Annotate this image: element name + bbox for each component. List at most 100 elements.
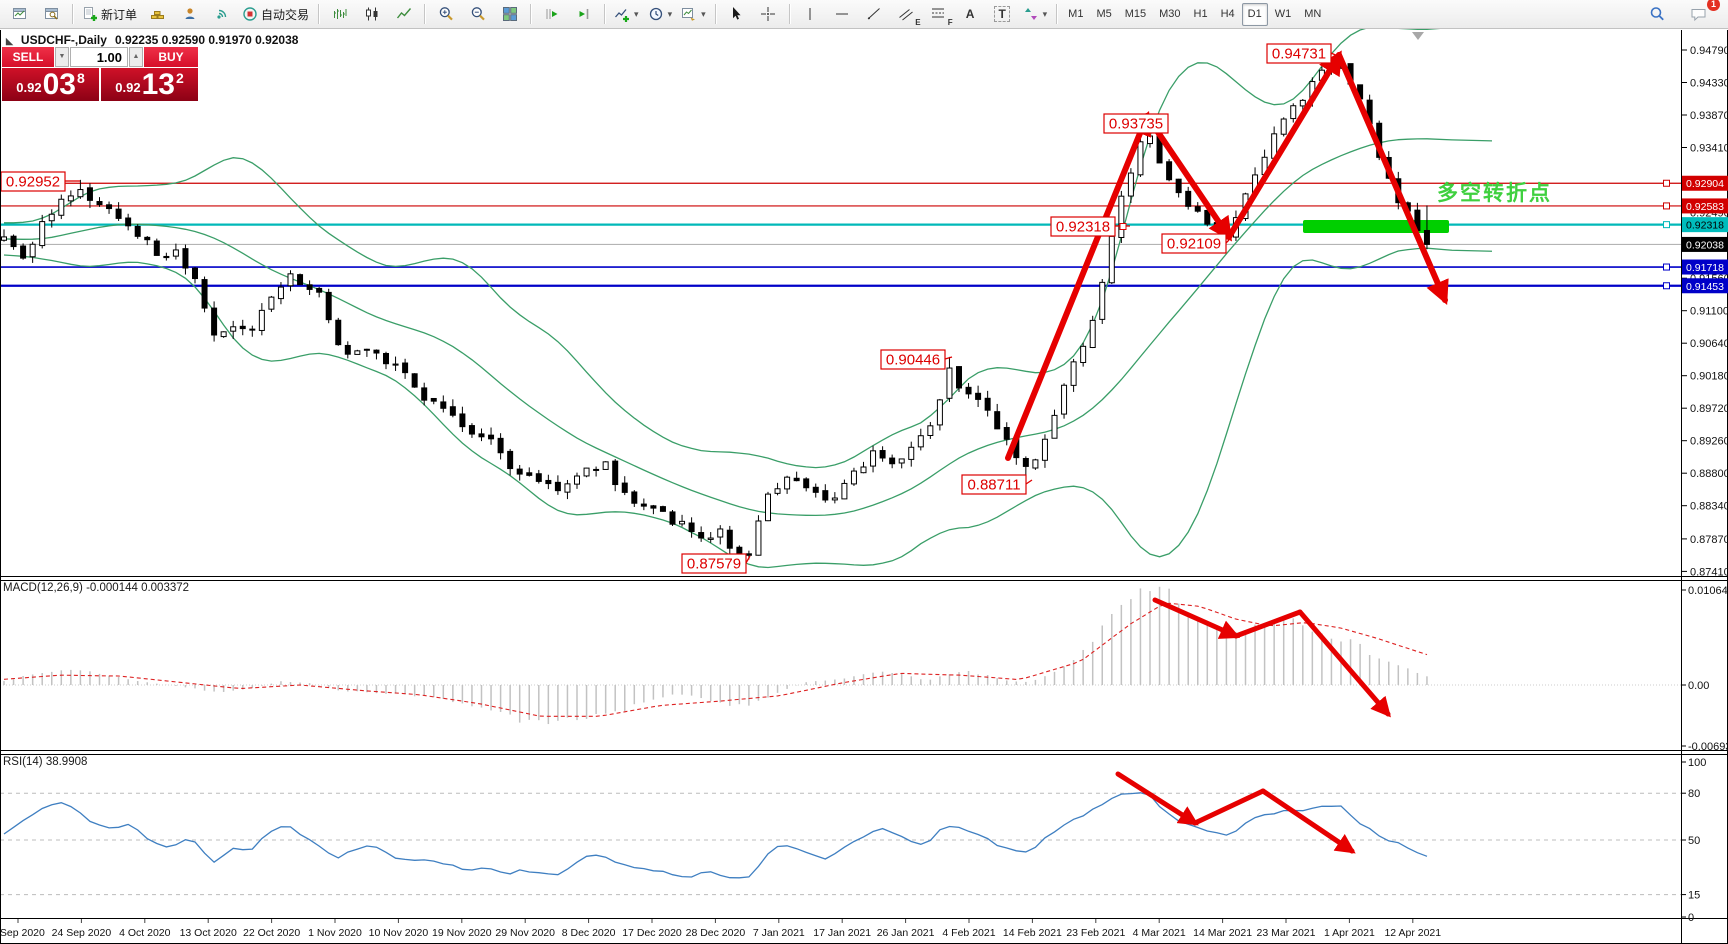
svg-text:0.87410: 0.87410 <box>1690 566 1728 578</box>
ohlc-values: 0.92235 0.92590 0.91970 0.92038 <box>115 33 299 47</box>
line-chart-type-button[interactable] <box>388 2 419 27</box>
main-trend-arrows[interactable] <box>1008 55 1445 458</box>
volume-input[interactable] <box>70 47 128 67</box>
periods-button[interactable] <box>644 2 677 27</box>
community-button[interactable] <box>174 2 205 27</box>
chart-canvas[interactable]: 0.929520.937350.947310.923180.921090.904… <box>0 0 1728 944</box>
svg-text:0.92109: 0.92109 <box>1167 236 1221 253</box>
sell-price-panel[interactable]: 0.92038 <box>2 68 99 101</box>
channel-icon <box>898 6 914 22</box>
svg-text:17 Jan 2021: 17 Jan 2021 <box>813 927 871 939</box>
tf-m1-button[interactable]: M1 <box>1062 3 1089 26</box>
svg-text:0.93870: 0.93870 <box>1690 110 1728 122</box>
templates-button[interactable] <box>677 2 710 27</box>
svg-text:0.87579: 0.87579 <box>687 556 741 573</box>
hline-handle[interactable] <box>1664 283 1670 289</box>
one-click-trading-widget: SELL BUY 0.92038 0.92132 <box>2 47 198 101</box>
zoom-in-button[interactable] <box>430 2 461 27</box>
rsi-trend-arrows[interactable] <box>1118 774 1352 851</box>
shapes-icon <box>1023 6 1039 22</box>
svg-text:0.90446: 0.90446 <box>886 352 940 369</box>
volume-decrease-button[interactable] <box>55 47 69 67</box>
text-label-tool-label: T <box>994 6 1009 22</box>
candlestick-icon <box>364 6 380 22</box>
svg-text:0.00: 0.00 <box>1688 680 1709 692</box>
market-button[interactable] <box>142 2 173 27</box>
svg-text:7 Jan 2021: 7 Jan 2021 <box>753 927 805 939</box>
candlestick-type-button[interactable] <box>356 2 387 27</box>
note-text[interactable]: 多空转折点 <box>1437 181 1552 205</box>
svg-text:0.94790: 0.94790 <box>1690 45 1728 57</box>
trendline-button[interactable] <box>859 2 890 27</box>
tf-w1-button[interactable]: W1 <box>1269 3 1298 26</box>
tf-d1-button[interactable]: D1 <box>1242 3 1268 26</box>
svg-text:0.88800: 0.88800 <box>1690 468 1728 480</box>
equidistant-channel-button[interactable]: E <box>891 2 922 27</box>
buy-price-panel[interactable]: 0.92132 <box>101 68 198 101</box>
notifications-button[interactable]: 1 <box>1683 2 1714 27</box>
macd-trend-arrows[interactable] <box>1155 600 1388 714</box>
sell-button[interactable]: SELL <box>2 47 54 67</box>
zoom-out-button[interactable] <box>462 2 493 27</box>
svg-text:0.87870: 0.87870 <box>1690 534 1728 546</box>
fibonacci-button[interactable]: F <box>923 2 954 27</box>
crosshair-button[interactable] <box>753 2 784 27</box>
new-order-button[interactable]: 新订单 <box>78 2 141 27</box>
svg-text:28 Dec 2020: 28 Dec 2020 <box>686 927 746 939</box>
bar-chart-type-button[interactable] <box>324 2 355 27</box>
svg-text:4 Mar 2021: 4 Mar 2021 <box>1133 927 1186 939</box>
svg-text:0.92952: 0.92952 <box>6 174 60 191</box>
zoom-out-icon <box>470 6 486 22</box>
hline-handle[interactable] <box>1664 180 1670 186</box>
svg-text:0.92583: 0.92583 <box>1686 201 1724 213</box>
auto-scroll-button[interactable] <box>536 2 567 27</box>
shapes-button[interactable] <box>1019 2 1052 27</box>
text-label-button[interactable]: T <box>987 2 1018 27</box>
svg-text:17 Dec 2020: 17 Dec 2020 <box>622 927 682 939</box>
svg-text:80: 80 <box>1688 788 1700 800</box>
macd-header: MACD(12,26,9) -0.000144 0.003372 <box>3 582 189 594</box>
hline-handle[interactable] <box>1664 264 1670 270</box>
tf-h4-button[interactable]: H4 <box>1215 3 1241 26</box>
text-tool-label: A <box>966 7 975 21</box>
svg-text:100: 100 <box>1688 757 1706 769</box>
vertical-line-button[interactable] <box>795 2 826 27</box>
cursor-arrow-icon <box>728 6 744 22</box>
search-button[interactable] <box>1642 2 1673 27</box>
chart-shift-marker[interactable] <box>1412 32 1424 40</box>
bollinger-lower <box>4 248 1492 567</box>
tf-h1-button[interactable]: H1 <box>1188 3 1214 26</box>
chart-shift-button[interactable] <box>568 2 599 27</box>
buy-price-sup: 2 <box>176 68 184 86</box>
sell-price-main: 03 <box>43 71 76 100</box>
tf-m30-button[interactable]: M30 <box>1153 3 1186 26</box>
signals-button[interactable] <box>206 2 237 27</box>
svg-text:0.94731: 0.94731 <box>1272 46 1326 63</box>
svg-text:0.01064: 0.01064 <box>1688 585 1728 597</box>
new-chart-button[interactable] <box>4 2 35 27</box>
svg-text:0.93410: 0.93410 <box>1690 142 1728 154</box>
tf-m15-button[interactable]: M15 <box>1119 3 1152 26</box>
horizontal-line-button[interactable] <box>827 2 858 27</box>
svg-text:8 Dec 2020: 8 Dec 2020 <box>562 927 616 939</box>
svg-text:14 Mar 2021: 14 Mar 2021 <box>1193 927 1252 939</box>
new-order-label: 新订单 <box>101 6 137 23</box>
cursor-button[interactable] <box>721 2 752 27</box>
svg-text:多空转折点: 多空转折点 <box>1437 181 1552 205</box>
tile-windows-button[interactable] <box>494 2 525 27</box>
hline-handle[interactable] <box>1664 203 1670 209</box>
tf-mn-button[interactable]: MN <box>1298 3 1327 26</box>
profiles-button[interactable] <box>36 2 67 27</box>
svg-text:0.92038: 0.92038 <box>1686 239 1724 251</box>
buy-button[interactable]: BUY <box>144 47 198 67</box>
hline-handle[interactable] <box>1664 222 1670 228</box>
vertical-line-icon <box>802 6 818 22</box>
auto-trading-button[interactable]: 自动交易 <box>238 2 313 27</box>
text-button[interactable]: A <box>955 2 986 27</box>
sell-price-sup: 8 <box>77 68 85 86</box>
user-icon <box>182 6 198 22</box>
volume-increase-button[interactable] <box>129 47 143 67</box>
tf-m5-button[interactable]: M5 <box>1090 3 1117 26</box>
indicators-button[interactable] <box>610 2 643 27</box>
tile-windows-icon <box>502 6 518 22</box>
